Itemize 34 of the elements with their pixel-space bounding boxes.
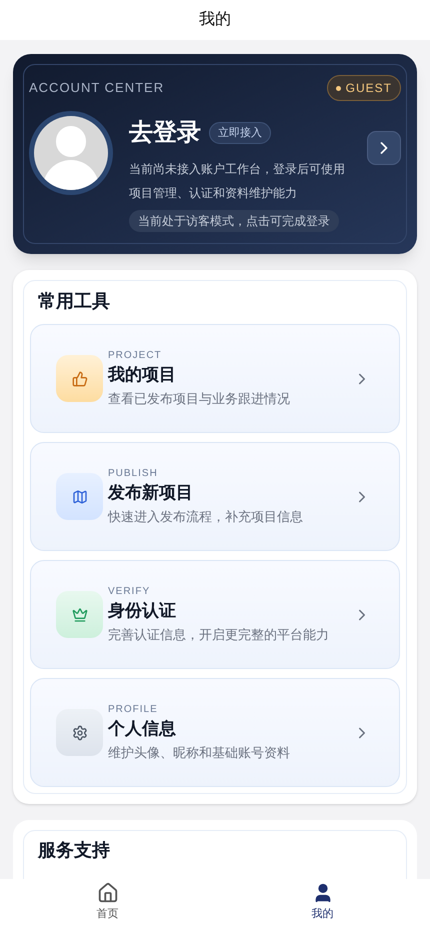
tool-title: 我的项目 <box>108 364 177 386</box>
tool-eyebrow: PROFILE <box>108 703 159 718</box>
page-title: 我的 <box>199 10 231 30</box>
tool-item[interactable]: PROFILE 个人信息 维护头像、昵称和基础账号资料 <box>30 678 400 787</box>
tool-item[interactable]: PUBLISH 发布新项目 快速进入发布流程，补充项目信息 <box>30 442 400 551</box>
map-icon <box>56 473 103 520</box>
tool-description: 查看已发布项目与业务跟进情况 <box>108 390 291 408</box>
tool-description: 维护头像、昵称和基础账号资料 <box>108 744 291 762</box>
tool-title: 身份认证 <box>108 600 177 622</box>
login-title: 去登录 <box>129 118 201 148</box>
tool-description: 完善认证信息，开启更完整的平台能力 <box>108 626 330 644</box>
account-eyebrow: ACCOUNT CENTER <box>29 79 164 98</box>
tool-title: 发布新项目 <box>108 482 194 504</box>
tool-item[interactable]: VERIFY 身份认证 完善认证信息，开启更完整的平台能力 <box>30 560 400 669</box>
guest-badge: GUEST <box>326 75 401 101</box>
gear-icon <box>56 709 103 756</box>
tool-item[interactable]: PROJECT 我的项目 查看已发布项目与业务跟进情况 <box>30 324 400 433</box>
connect-tag: 立即接入 <box>209 122 271 144</box>
tool-eyebrow: VERIFY <box>108 585 152 600</box>
account-description: 当前尚未接入账户工作台，登录后可使用项目管理、认证和资料维护能力 <box>129 161 346 202</box>
tool-eyebrow: PUBLISH <box>108 467 159 482</box>
guest-hint: 当前处于访客模式，点击可完成登录 <box>129 210 339 232</box>
tab-bar-item[interactable]: 我的 <box>215 879 430 926</box>
tool-title: 个人信息 <box>108 718 177 740</box>
account-card[interactable]: ACCOUNT CENTER GUEST 去登录 立即接入 当前尚未接入账户工作台，登录后可使用项目管理、认证和资料维护能力 当前处于访客模式，点击可完成登录 <box>13 54 417 254</box>
section-title: 服务支持 <box>38 840 110 860</box>
tool-eyebrow: PROJECT <box>108 349 163 364</box>
thumbs-up-icon <box>56 355 103 402</box>
login-arrow-button[interactable] <box>367 131 401 165</box>
tool-description: 快速进入发布流程，补充项目信息 <box>108 508 304 526</box>
crown-icon <box>56 591 103 638</box>
home-icon <box>96 882 118 904</box>
section-title: 常用工具 <box>37 290 111 313</box>
tab-bar-item[interactable]: 首页 <box>0 879 215 926</box>
